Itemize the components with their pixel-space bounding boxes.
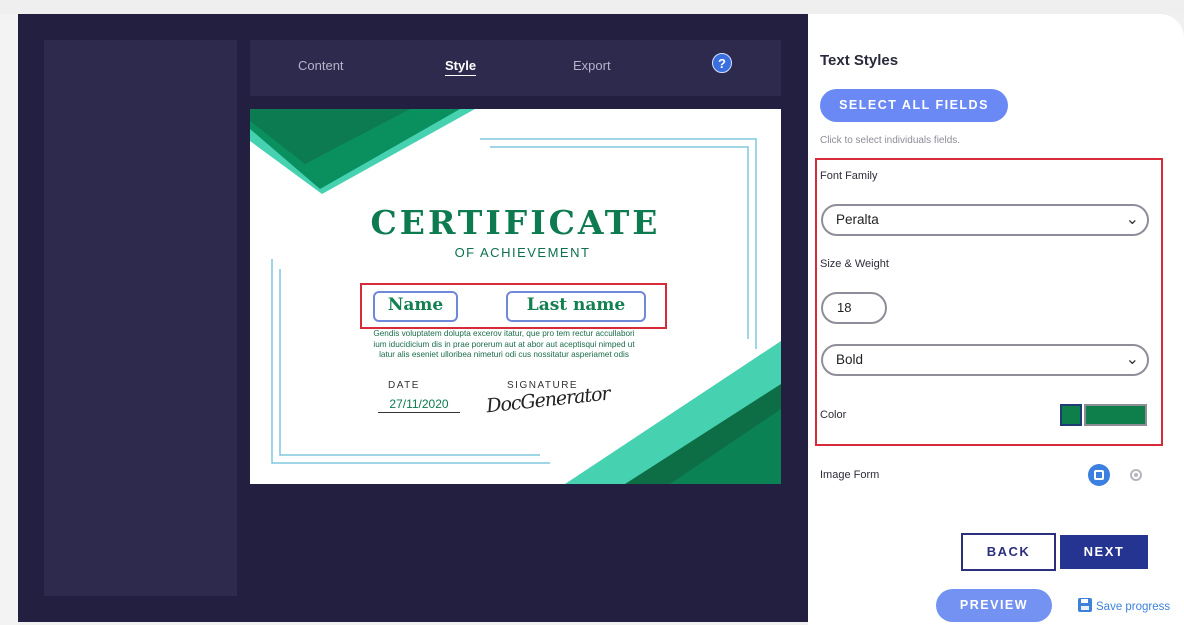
tab-export-label: Export	[573, 58, 611, 73]
certificate-title: CERTIFICATE	[370, 203, 661, 242]
first-name-field[interactable]: Name	[373, 291, 458, 322]
body-line: Gendis voluptatem dolupta excerov itatur…	[373, 329, 635, 338]
image-form-label: Image Form	[820, 469, 880, 481]
size-weight-label: Size & Weight	[820, 258, 889, 270]
certificate-preview: CERTIFICATE OF ACHIEVEMENT Name Last nam…	[250, 109, 781, 484]
last-name-field[interactable]: Last name	[506, 291, 646, 322]
editor-tabs: Content Style Export ?	[250, 40, 781, 96]
tab-export[interactable]: Export	[573, 40, 611, 96]
tab-content[interactable]: Content	[298, 40, 344, 96]
font-weight-value: Bold	[836, 352, 864, 367]
page-thumbnails-panel[interactable]	[44, 40, 237, 596]
body-line: latur alis eseniet ulloribea nimeturi od…	[379, 350, 629, 359]
font-size-input[interactable]: 18	[821, 292, 887, 324]
panel-title: Text Styles	[820, 52, 899, 69]
top-strip	[0, 0, 1184, 14]
back-button[interactable]: BACK	[961, 533, 1056, 571]
floppy-disk-icon	[1078, 598, 1092, 612]
save-progress-label: Save progress	[1096, 601, 1171, 613]
color-label: Color	[820, 409, 847, 421]
chevron-down-icon: ⌄	[1125, 351, 1139, 368]
text-styles-panel: Text Styles SELECT ALL FIELDS Click to s…	[808, 14, 1184, 625]
chevron-down-icon: ⌄	[1125, 211, 1139, 228]
certificate-body-text: Gendis voluptatem dolupta excerov itatur…	[336, 329, 672, 361]
preview-button[interactable]: PREVIEW	[936, 589, 1052, 622]
date-label: DATE	[388, 380, 420, 391]
tab-style-label: Style	[445, 58, 477, 76]
image-form-round-radio[interactable]	[1130, 469, 1142, 481]
font-family-select[interactable]: Peralta ⌄	[821, 204, 1149, 236]
next-button[interactable]: NEXT	[1060, 535, 1148, 569]
date-field[interactable]: 27/11/2020	[378, 397, 460, 413]
body-line: ium iducidicium dis in prae porerum aut …	[373, 339, 635, 349]
save-progress-link[interactable]: Save progress	[1078, 598, 1170, 613]
font-weight-select[interactable]: Bold ⌄	[821, 344, 1149, 376]
certificate-subtitle: OF ACHIEVEMENT	[454, 245, 591, 260]
font-family-value: Peralta	[836, 212, 879, 227]
tab-content-label: Content	[298, 58, 344, 73]
image-form-square-radio[interactable]	[1088, 464, 1110, 486]
select-hint: Click to select individuals fields.	[820, 135, 961, 146]
help-icon[interactable]: ?	[712, 53, 732, 73]
left-strip	[0, 14, 18, 625]
color-swatch[interactable]	[1060, 404, 1082, 426]
select-all-fields-button[interactable]: SELECT ALL FIELDS	[820, 89, 1008, 122]
editor-area: Content Style Export ? CERTIFICATE OF AC…	[18, 14, 808, 622]
tab-style[interactable]: Style	[445, 40, 477, 96]
color-picker-button[interactable]	[1084, 404, 1147, 426]
font-family-label: Font Family	[820, 170, 878, 182]
